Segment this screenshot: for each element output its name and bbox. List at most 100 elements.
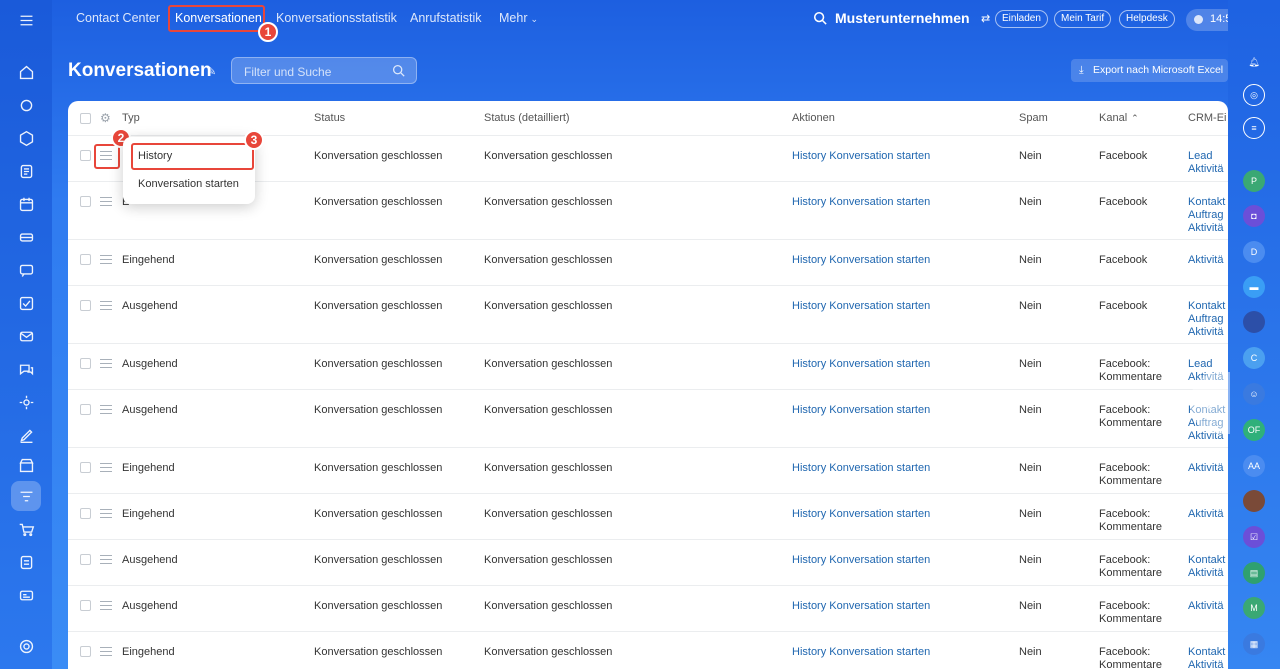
- nav-anrufstatistik[interactable]: Anrufstatistik: [410, 11, 482, 25]
- crm-link[interactable]: Aktivitä: [1188, 222, 1225, 235]
- crm-link[interactable]: Aktivitä: [1188, 508, 1223, 521]
- calendar-icon-2[interactable]: ▦: [1243, 633, 1265, 655]
- history-link[interactable]: History: [792, 150, 826, 162]
- avatar-aa[interactable]: AA: [1243, 455, 1265, 477]
- home-icon[interactable]: [14, 60, 38, 84]
- row-menu-icon[interactable]: [100, 509, 112, 518]
- row-menu-icon[interactable]: [100, 255, 112, 264]
- start-conversation-link[interactable]: Konversation starten: [829, 554, 930, 566]
- row-checkbox[interactable]: [80, 358, 91, 369]
- start-conversation-link[interactable]: Konversation starten: [829, 404, 930, 416]
- avatar-m[interactable]: M: [1243, 597, 1265, 619]
- company-name[interactable]: Musterunternehmen: [835, 10, 970, 26]
- crm-link[interactable]: Kontakt: [1188, 196, 1225, 209]
- row-menu-icon[interactable]: [100, 197, 112, 206]
- target-icon[interactable]: ◎: [1243, 84, 1265, 106]
- tasks-icon[interactable]: [14, 291, 38, 315]
- crm-link[interactable]: Auftrag: [1188, 209, 1225, 222]
- helpdesk-button[interactable]: Helpdesk: [1119, 10, 1175, 28]
- crm-link[interactable]: Aktivitä: [1188, 254, 1223, 267]
- menu-item-konversation-starten[interactable]: Konversation starten: [138, 178, 239, 190]
- row-checkbox[interactable]: [80, 196, 91, 207]
- row-menu-icon[interactable]: [100, 601, 112, 610]
- search-input[interactable]: Filter und Suche: [231, 57, 417, 84]
- crm-link[interactable]: Aktivitä: [1188, 600, 1223, 613]
- crm-link[interactable]: Aktivitä: [1188, 462, 1223, 475]
- start-conversation-link[interactable]: Konversation starten: [829, 646, 930, 658]
- row-checkbox[interactable]: [80, 254, 91, 265]
- history-link[interactable]: History: [792, 508, 826, 520]
- nav-contact-center[interactable]: Contact Center: [76, 11, 160, 25]
- start-conversation-link[interactable]: Konversation starten: [829, 254, 930, 266]
- swap-icon[interactable]: ⇄: [981, 12, 990, 25]
- start-conversation-link[interactable]: Konversation starten: [829, 462, 930, 474]
- mail-icon[interactable]: [14, 324, 38, 348]
- avatar-of[interactable]: OF: [1243, 419, 1265, 441]
- group-icon[interactable]: ☺: [1243, 383, 1265, 405]
- hexagon-icon[interactable]: [14, 126, 38, 150]
- calendar-icon[interactable]: [14, 192, 38, 216]
- history-link[interactable]: History: [792, 600, 826, 612]
- crm-link[interactable]: Kontakt: [1188, 554, 1225, 567]
- history-link[interactable]: History: [792, 196, 826, 208]
- cart-icon[interactable]: [14, 517, 38, 541]
- pin-icon[interactable]: ✎: [207, 65, 216, 78]
- column-header-crm[interactable]: CRM-Ei: [1188, 112, 1227, 124]
- avatar-d[interactable]: D: [1243, 241, 1265, 263]
- shop-icon[interactable]: [14, 453, 38, 477]
- export-excel-button[interactable]: ⤓ Export nach Microsoft Excel: [1071, 59, 1228, 82]
- row-checkbox[interactable]: [80, 646, 91, 657]
- nav-konversationsstatistik[interactable]: Konversationsstatistik: [276, 11, 397, 25]
- document-icon[interactable]: [14, 159, 38, 183]
- history-link[interactable]: History: [792, 462, 826, 474]
- search-icon[interactable]: [813, 11, 827, 25]
- table-row[interactable]: Ausgehend Konversation geschlossen Konvers…: [68, 539, 1228, 585]
- table-row[interactable]: Eingehend Konversation geschlossen Konvers…: [68, 239, 1228, 285]
- row-menu-icon[interactable]: [100, 359, 112, 368]
- history-link[interactable]: History: [792, 554, 826, 566]
- crm-link[interactable]: Kontakt: [1188, 300, 1225, 313]
- card-icon[interactable]: [14, 583, 38, 607]
- column-header-status[interactable]: Status: [314, 112, 345, 124]
- gear-icon[interactable]: ⚙: [100, 111, 111, 125]
- plan-button[interactable]: Mein Tarif: [1054, 10, 1112, 28]
- chat-icon[interactable]: [14, 258, 38, 282]
- settings-gear-icon[interactable]: [14, 390, 38, 414]
- chat-bubble-icon[interactable]: ≡: [1243, 117, 1265, 139]
- row-checkbox[interactable]: [80, 554, 91, 565]
- sign-icon[interactable]: [14, 423, 38, 447]
- nav-mehr[interactable]: Mehr ⌄: [499, 11, 538, 25]
- start-conversation-link[interactable]: Konversation starten: [829, 600, 930, 612]
- crm-link[interactable]: Kontakt: [1188, 646, 1225, 659]
- table-row[interactable]: Ausgehend Konversation geschlossen Konvers…: [68, 585, 1228, 631]
- row-menu-icon[interactable]: [100, 301, 112, 310]
- history-link[interactable]: History: [792, 300, 826, 312]
- row-menu-icon[interactable]: [100, 555, 112, 564]
- invoice-icon[interactable]: [14, 550, 38, 574]
- chat-app-icon[interactable]: ▬: [1243, 276, 1265, 298]
- storage-icon[interactable]: [14, 225, 38, 249]
- row-menu-icon[interactable]: [100, 405, 112, 414]
- row-checkbox[interactable]: [80, 462, 91, 473]
- avatar-c[interactable]: C: [1243, 347, 1265, 369]
- column-header-kanal[interactable]: Kanal ⌃: [1099, 112, 1139, 124]
- column-header-aktionen[interactable]: Aktionen: [792, 112, 835, 124]
- flow-icon[interactable]: [14, 93, 38, 117]
- table-row[interactable]: Ausgehend Konversation geschlossen Konvers…: [68, 343, 1228, 389]
- row-checkbox[interactable]: [80, 600, 91, 611]
- crm-link[interactable]: Aktivitä: [1188, 326, 1225, 339]
- row-checkbox[interactable]: [80, 404, 91, 415]
- column-header-spam[interactable]: Spam: [1019, 112, 1048, 124]
- avatar-p[interactable]: P: [1243, 170, 1265, 192]
- history-link[interactable]: History: [792, 646, 826, 658]
- table-row[interactable]: Ausgehend Konversation geschlossen Konvers…: [68, 389, 1228, 447]
- history-link[interactable]: History: [792, 404, 826, 416]
- row-menu-icon[interactable]: [100, 647, 112, 656]
- app-icon[interactable]: ◘: [1243, 205, 1265, 227]
- row-checkbox[interactable]: [80, 150, 91, 161]
- table-row[interactable]: Eingehend Konversation geschlossen Konvers…: [68, 447, 1228, 493]
- menu-icon[interactable]: [14, 8, 38, 32]
- invite-button[interactable]: Einladen: [995, 10, 1048, 28]
- photo-avatar[interactable]: [1243, 311, 1265, 333]
- contact-center-icon[interactable]: [11, 481, 41, 511]
